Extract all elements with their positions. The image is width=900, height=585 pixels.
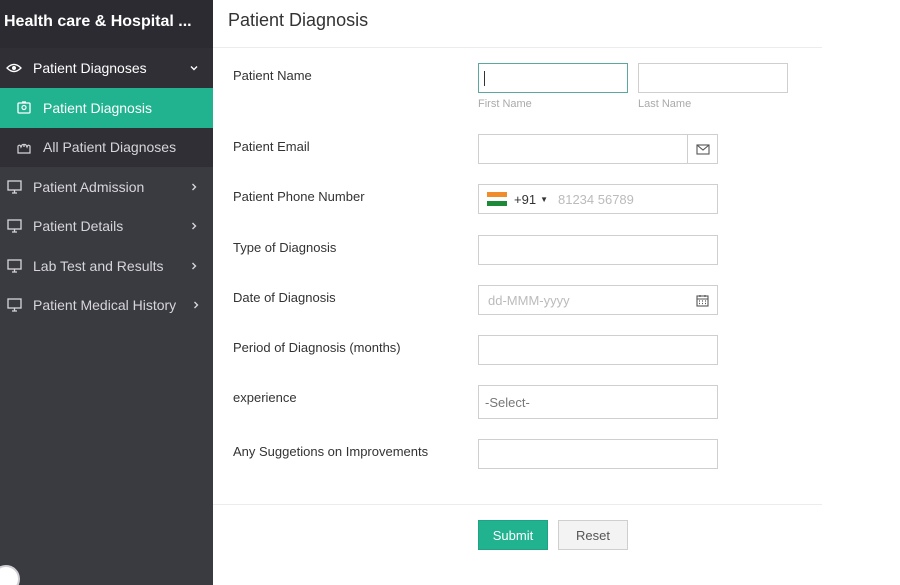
monitor-icon [6,179,22,195]
sidebar-item-label: Patient Admission [33,178,145,195]
period-of-diagnosis-input[interactable] [478,335,718,365]
sidebar-item-label: Patient Medical History [33,297,177,314]
type-of-diagnosis-input[interactable] [478,235,718,265]
monitor-icon [6,258,22,274]
chevron-right-icon [189,261,199,271]
reset-button[interactable]: Reset [558,520,628,550]
sidebar-item-patient-diagnosis[interactable]: Patient Diagnosis [0,88,213,128]
caret-down-icon[interactable]: ▼ [540,195,548,204]
hands-icon [16,139,32,155]
phone-placeholder: 81234 56789 [557,191,634,207]
period-of-diagnosis-label: Period of Diagnosis (months) [233,340,401,355]
sidebar-item-lab-test-and-results[interactable]: Lab Test and Results [0,246,213,286]
sidebar-item-patient-diagnoses[interactable]: Patient Diagnoses [0,48,213,88]
sidebar-item-label: Lab Test and Results [33,257,164,274]
sidebar-item-label: All Patient Diagnoses [43,139,177,156]
first-name-input[interactable] [478,63,628,93]
chevron-right-icon [189,182,199,192]
page-title: Patient Diagnosis [228,10,369,30]
date-of-diagnosis-label: Date of Diagnosis [233,290,336,305]
main-content: Patient Diagnosis Patient Name First Nam… [213,0,900,585]
form-footer-divider [213,504,822,505]
sidebar-item-patient-medical-history[interactable]: Patient Medical History [0,286,213,326]
monitor-icon [6,218,22,234]
page-header: Patient Diagnosis [213,0,822,48]
type-of-diagnosis-label: Type of Diagnosis [233,240,337,255]
experience-select[interactable]: -Select- [478,385,718,419]
suggestions-input[interactable] [478,439,718,469]
country-code[interactable]: +91 [514,192,536,207]
app-title: Health care & Hospital ... [0,0,213,48]
user-avatar[interactable] [0,565,20,585]
sidebar-item-patient-admission[interactable]: Patient Admission [0,167,213,207]
envelope-icon [687,135,717,163]
submit-button[interactable]: Submit [478,520,548,550]
chevron-down-icon [189,63,199,73]
experience-selected-value: -Select- [485,394,530,410]
last-name-input[interactable] [638,63,788,93]
sidebar-item-all-patient-diagnoses[interactable]: All Patient Diagnoses [0,127,213,167]
eye-icon [6,60,22,76]
sidebar-item-label: Patient Details [33,218,124,235]
date-of-diagnosis-input[interactable]: dd-MMM-yyyy [478,285,718,315]
sidebar-item-label: Patient Diagnosis [43,99,152,116]
chevron-right-icon [189,221,199,231]
patient-phone-label: Patient Phone Number [233,189,365,204]
suggestions-label: Any Suggetions on Improvements [233,444,429,459]
calendar-icon[interactable] [687,286,717,314]
patient-email-input[interactable] [478,134,718,164]
sidebar: Health care & Hospital ... Patient Diagn… [0,0,213,585]
id-card-icon [16,100,32,116]
patient-email-label: Patient Email [233,139,310,154]
monitor-icon [6,297,22,313]
first-name-hint: First Name [478,98,532,110]
patient-phone-input[interactable]: +91 ▼ 81234 56789 [478,184,718,214]
experience-label: experience [233,390,297,405]
sidebar-item-patient-details[interactable]: Patient Details [0,207,213,247]
chevron-right-icon [191,300,201,310]
patient-name-label: Patient Name [233,68,312,83]
text-caret [484,70,485,86]
india-flag-icon [487,192,507,207]
last-name-hint: Last Name [638,98,692,110]
sidebar-item-label: Patient Diagnoses [33,60,147,76]
date-placeholder: dd-MMM-yyyy [488,292,570,308]
